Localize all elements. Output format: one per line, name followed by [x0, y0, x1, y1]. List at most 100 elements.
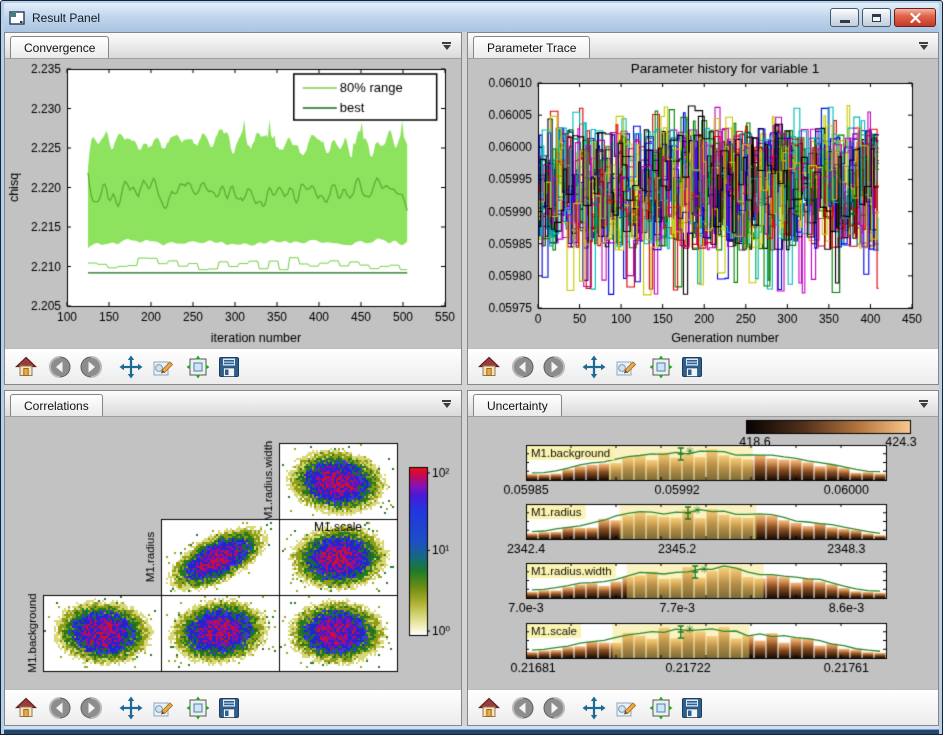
- home-icon: [477, 355, 501, 379]
- forward-icon: [79, 355, 103, 379]
- back-icon: [511, 696, 535, 720]
- toolbar-subplots-button[interactable]: [648, 695, 674, 721]
- toolbar-edit-button[interactable]: [150, 354, 176, 380]
- back-icon: [48, 355, 72, 379]
- panel-uncertainty: Uncertainty: [467, 390, 939, 726]
- minimize-button[interactable]: [830, 8, 859, 27]
- subplots-icon: [649, 696, 673, 720]
- toolbar-save-button[interactable]: [216, 695, 242, 721]
- back-icon: [511, 355, 535, 379]
- pan-icon: [119, 355, 143, 379]
- save-icon: [217, 696, 241, 720]
- panel-menu-button[interactable]: [439, 397, 454, 410]
- maximize-icon: [872, 14, 881, 22]
- panel-correlations: Correlations: [4, 390, 462, 726]
- dock-area: Convergence Parameter Trace Correlations: [4, 32, 939, 726]
- toolbar-back-button[interactable]: [510, 695, 536, 721]
- result-panel-window: Result Panel Convergence Parameter Trace: [0, 0, 943, 735]
- panel-parameter-trace: Parameter Trace: [467, 32, 939, 385]
- toolbar-save-button[interactable]: [216, 354, 242, 380]
- panel-menu-button[interactable]: [439, 39, 454, 52]
- toolbar-back-button[interactable]: [510, 354, 536, 380]
- panel-menu-icon: [919, 400, 928, 402]
- figure-canvas-parameter-trace[interactable]: [468, 59, 938, 348]
- edit-icon: [614, 696, 638, 720]
- toolbar-convergence: [5, 348, 461, 384]
- title-bar[interactable]: Result Panel: [4, 3, 939, 32]
- pan-icon: [582, 696, 606, 720]
- edit-icon: [151, 696, 175, 720]
- tab-parameter-trace[interactable]: Parameter Trace: [473, 36, 590, 58]
- toolbar-pan-button[interactable]: [118, 354, 144, 380]
- toolbar-subplots-button[interactable]: [648, 354, 674, 380]
- tab-uncertainty[interactable]: Uncertainty: [473, 394, 562, 416]
- window-title: Result Panel: [32, 11, 100, 25]
- subplots-icon: [649, 355, 673, 379]
- toolbar-home-button[interactable]: [13, 354, 39, 380]
- toolbar-subplots-button[interactable]: [185, 695, 211, 721]
- tabbar-correlations: Correlations: [5, 391, 461, 417]
- tab-convergence-label: Convergence: [24, 41, 95, 55]
- save-icon: [680, 355, 704, 379]
- toolbar-back-button[interactable]: [47, 695, 73, 721]
- toolbar-edit-button[interactable]: [150, 695, 176, 721]
- subplots-icon: [186, 696, 210, 720]
- panel-menu-button[interactable]: [916, 39, 931, 52]
- toolbar-save-button[interactable]: [679, 695, 705, 721]
- home-icon: [14, 355, 38, 379]
- panel-menu-icon: [442, 42, 451, 44]
- close-icon: [910, 13, 921, 23]
- toolbar-correlations: [5, 689, 461, 725]
- pan-icon: [119, 696, 143, 720]
- panel-menu-icon-triangle: [443, 45, 451, 50]
- save-icon: [217, 355, 241, 379]
- figure-canvas-convergence[interactable]: [5, 59, 461, 348]
- tab-correlations[interactable]: Correlations: [10, 394, 103, 416]
- toolbar-parameter-trace: [468, 348, 938, 384]
- panel-menu-icon: [919, 42, 928, 44]
- toolbar-forward-button[interactable]: [78, 695, 104, 721]
- panel-menu-icon: [442, 400, 451, 402]
- toolbar-uncertainty: [468, 689, 938, 725]
- panel-menu-icon-triangle: [920, 403, 928, 408]
- window-bottom-border: [4, 726, 939, 734]
- pan-icon: [582, 355, 606, 379]
- panel-menu-icon-triangle: [443, 403, 451, 408]
- toolbar-home-button[interactable]: [13, 695, 39, 721]
- close-button[interactable]: [894, 8, 936, 27]
- toolbar-forward-button[interactable]: [78, 354, 104, 380]
- back-icon: [48, 696, 72, 720]
- tab-parameter-trace-label: Parameter Trace: [487, 41, 576, 55]
- toolbar-subplots-button[interactable]: [185, 354, 211, 380]
- app-icon: [9, 10, 25, 26]
- toolbar-back-button[interactable]: [47, 354, 73, 380]
- tab-correlations-label: Correlations: [24, 399, 89, 413]
- home-icon: [14, 696, 38, 720]
- tabbar-convergence: Convergence: [5, 33, 461, 59]
- home-icon: [477, 696, 501, 720]
- toolbar-pan-button[interactable]: [581, 354, 607, 380]
- toolbar-home-button[interactable]: [476, 695, 502, 721]
- maximize-button[interactable]: [862, 8, 891, 27]
- toolbar-home-button[interactable]: [476, 354, 502, 380]
- panel-convergence: Convergence: [4, 32, 462, 385]
- forward-icon: [542, 355, 566, 379]
- toolbar-edit-button[interactable]: [613, 695, 639, 721]
- toolbar-pan-button[interactable]: [118, 695, 144, 721]
- forward-icon: [542, 696, 566, 720]
- minimize-icon: [840, 20, 850, 23]
- panel-menu-icon-triangle: [920, 45, 928, 50]
- tab-convergence[interactable]: Convergence: [10, 36, 109, 58]
- tabbar-uncertainty: Uncertainty: [468, 391, 938, 417]
- figure-canvas-correlations[interactable]: [5, 417, 461, 689]
- toolbar-forward-button[interactable]: [541, 695, 567, 721]
- toolbar-pan-button[interactable]: [581, 695, 607, 721]
- panel-menu-button[interactable]: [916, 397, 931, 410]
- edit-icon: [614, 355, 638, 379]
- tabbar-parameter-trace: Parameter Trace: [468, 33, 938, 59]
- toolbar-edit-button[interactable]: [613, 354, 639, 380]
- toolbar-forward-button[interactable]: [541, 354, 567, 380]
- figure-canvas-uncertainty[interactable]: [468, 417, 938, 689]
- tab-uncertainty-label: Uncertainty: [487, 399, 548, 413]
- toolbar-save-button[interactable]: [679, 354, 705, 380]
